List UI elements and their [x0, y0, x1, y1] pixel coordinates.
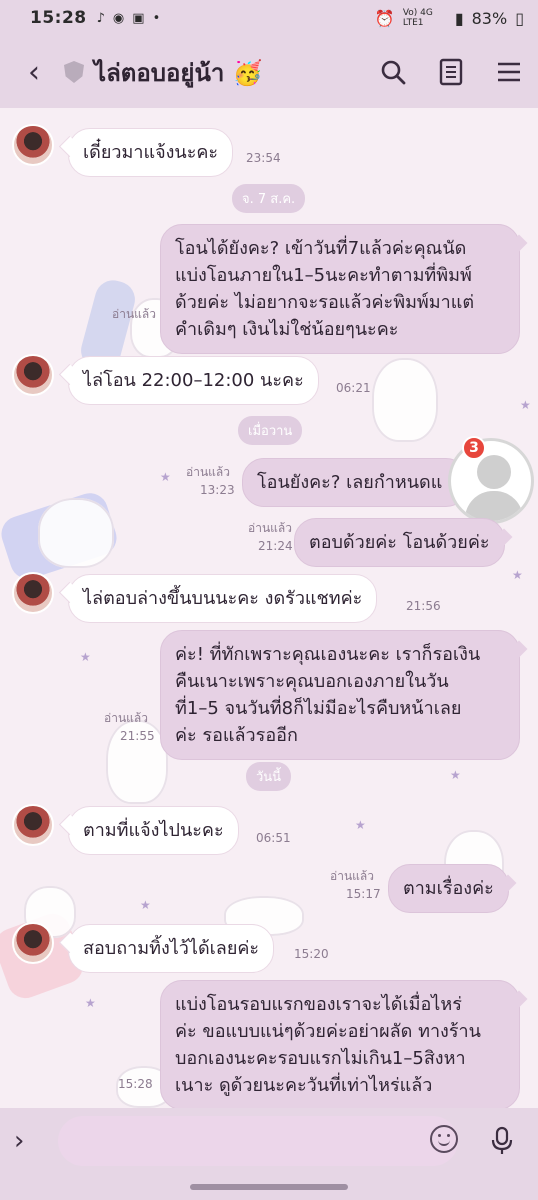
- notes-icon: [439, 58, 463, 86]
- alarm-icon: ⏰: [374, 8, 395, 28]
- search-icon: [381, 60, 406, 85]
- chat-head-avatar[interactable]: [448, 438, 534, 524]
- star-decoration: ★: [140, 898, 151, 912]
- system-nav-bar: [0, 1174, 538, 1200]
- contact-avatar[interactable]: [12, 804, 54, 846]
- read-receipt: อ่านแล้ว: [186, 465, 230, 479]
- status-bar: 15:28 ♪ ◉ ▣ • ⏰ Vo) 4G LTE1 ▮ 83% ▯: [0, 0, 538, 36]
- message-line: โอนได้ยังคะ? เข้าวันที่7แล้วค่ะคุณนัด: [175, 238, 467, 259]
- status-right: ⏰ Vo) 4G LTE1 ▮ 83% ▯: [375, 8, 524, 28]
- emoji-icon[interactable]: [430, 1125, 458, 1153]
- message-time: 23:54: [246, 151, 281, 165]
- contact-avatar[interactable]: [12, 572, 54, 614]
- message-line: บอกเองนะคะรอบแรกไม่เกิน1–5สิงหา: [175, 1048, 466, 1069]
- chat-area[interactable]: ★ ★ ★ ★ ★ ★ ★ ★ ★ ★ เดี๋ยวมาแจ้งนะคะ 23:…: [0, 108, 538, 1108]
- search-button[interactable]: [378, 57, 408, 87]
- message-bubble-received[interactable]: ตามที่แจ้งไปนะคะ: [68, 806, 239, 855]
- message-bubble-received[interactable]: สอบถามทิ้งไว้ได้เลยค่ะ: [68, 924, 275, 973]
- message-time: 21:24: [258, 539, 293, 553]
- message-time: 15:28: [118, 1077, 153, 1091]
- bear-decoration: [38, 498, 114, 568]
- message-bubble-sent[interactable]: ตอบด้วยค่ะ โอนด้วยค่ะ: [294, 518, 505, 567]
- default-avatar-head: [477, 455, 511, 489]
- chat-title: ไล่ตอบอยู่น้า 🥳: [94, 58, 263, 87]
- message-time: 21:55: [120, 729, 155, 743]
- message-input-bar: ›: [0, 1108, 538, 1174]
- contact-avatar[interactable]: [12, 922, 54, 964]
- notes-button[interactable]: [436, 57, 466, 87]
- message-bubble-sent[interactable]: ค่ะ! ที่ทักเพราะคุณเองนะคะ เราก็รอเงิน ค…: [160, 630, 520, 760]
- shopping-icon: ▣: [132, 10, 145, 26]
- dot-icon: •: [152, 10, 161, 26]
- message-line: เนาะ ดูด้วยนะคะวันที่เท่าไหร่แล้ว: [175, 1075, 433, 1096]
- shield-icon: [64, 61, 84, 83]
- star-decoration: ★: [160, 470, 171, 484]
- message-line: แบ่งโอนภายใน1–5นะคะทำตามที่พิมพ์: [175, 265, 472, 286]
- notification-icons: ♪ ◉ ▣ •: [97, 11, 161, 26]
- battery-level: 83%: [471, 8, 508, 28]
- messenger-icon: ◉: [112, 10, 125, 26]
- star-decoration: ★: [512, 568, 523, 582]
- date-separator: วันนี้: [246, 762, 292, 791]
- message-bubble-received[interactable]: เดี๋ยวมาแจ้งนะคะ: [68, 128, 234, 177]
- expand-menu-button[interactable]: ›: [14, 1126, 48, 1156]
- home-gesture-bar[interactable]: [190, 1184, 348, 1190]
- status-time: 15:28: [30, 8, 87, 28]
- message-time: 15:20: [294, 947, 329, 961]
- signal-icon: ▮: [454, 8, 464, 28]
- message-bubble-sent[interactable]: ตามเรื่องค่ะ: [388, 864, 509, 913]
- date-separator: เมื่อวาน: [238, 416, 303, 445]
- back-button[interactable]: ‹: [14, 55, 54, 90]
- menu-button[interactable]: [494, 57, 524, 87]
- read-receipt: อ่านแล้ว: [112, 307, 156, 321]
- message-line: ค่ะ รอแล้วรออีก: [175, 725, 298, 746]
- message-input[interactable]: [58, 1116, 458, 1166]
- message-time: 21:56: [406, 599, 441, 613]
- message-bubble-received[interactable]: ไล่โอน 22:00–12:00 นะคะ: [68, 356, 319, 405]
- star-decoration: ★: [520, 398, 531, 412]
- read-receipt: อ่านแล้ว: [104, 711, 148, 725]
- message-line: แบ่งโอนรอบแรกของเราจะได้เมื่อไหร่: [175, 994, 462, 1015]
- contact-avatar[interactable]: [12, 124, 54, 166]
- message-line: ค่ะ! ที่ทักเพราะคุณเองนะคะ เราก็รอเงิน: [175, 644, 481, 665]
- message-bubble-sent[interactable]: โอนได้ยังคะ? เข้าวันที่7แล้วค่ะคุณนัด แบ…: [160, 224, 520, 354]
- read-receipt: อ่านแล้ว: [330, 869, 374, 883]
- message-time: 06:21: [336, 381, 371, 395]
- read-receipt: อ่านแล้ว: [248, 521, 292, 535]
- star-decoration: ★: [355, 818, 366, 832]
- chat-header: ‹ ไล่ตอบอยู่น้า 🥳: [0, 36, 538, 108]
- microphone-icon[interactable]: [490, 1126, 514, 1156]
- message-line: ค่ะ ขอแบบแน่ๆด้วยค่ะอย่าผลัด ทางร้าน: [175, 1021, 481, 1042]
- battery-icon: ▯: [515, 8, 524, 28]
- unread-badge: 3: [462, 436, 486, 460]
- star-decoration: ★: [450, 768, 461, 782]
- message-bubble-sent[interactable]: แบ่งโอนรอบแรกของเราจะได้เมื่อไหร่ ค่ะ ขอ…: [160, 980, 520, 1108]
- date-separator: จ. 7 ส.ค.: [232, 184, 306, 213]
- hamburger-menu-icon: [498, 62, 520, 82]
- message-time: 13:23: [200, 483, 235, 497]
- network-label: Vo) 4G LTE1: [402, 8, 433, 28]
- message-line: ที่1–5 จนวันที่8ก็ไม่มีอะไรคืบหน้าเลย: [175, 698, 462, 719]
- message-bubble-sent[interactable]: โอนยังคะ? เลยกำหนดแ: [242, 458, 468, 507]
- tiktok-icon: ♪: [96, 10, 105, 26]
- contact-avatar[interactable]: [12, 354, 54, 396]
- message-bubble-received[interactable]: ไล่ตอบล่างขึ้นบนนะคะ งดรัวแชทค่ะ: [68, 574, 378, 623]
- star-decoration: ★: [80, 650, 91, 664]
- header-actions: [378, 57, 524, 87]
- message-time: 15:17: [346, 887, 381, 901]
- message-time: 06:51: [256, 831, 291, 845]
- message-line: คำเดิมๆ เงินไม่ใช่น้อยๆนะคะ: [175, 319, 399, 340]
- bear-decoration: [372, 358, 438, 442]
- message-line: คืนเนาะเพราะคุณบอกเองภายในวัน: [175, 671, 449, 692]
- star-decoration: ★: [85, 996, 96, 1010]
- message-line: ด้วยค่ะ ไม่อยากจะรอแล้วค่ะพิมพ์มาแต่: [175, 292, 475, 313]
